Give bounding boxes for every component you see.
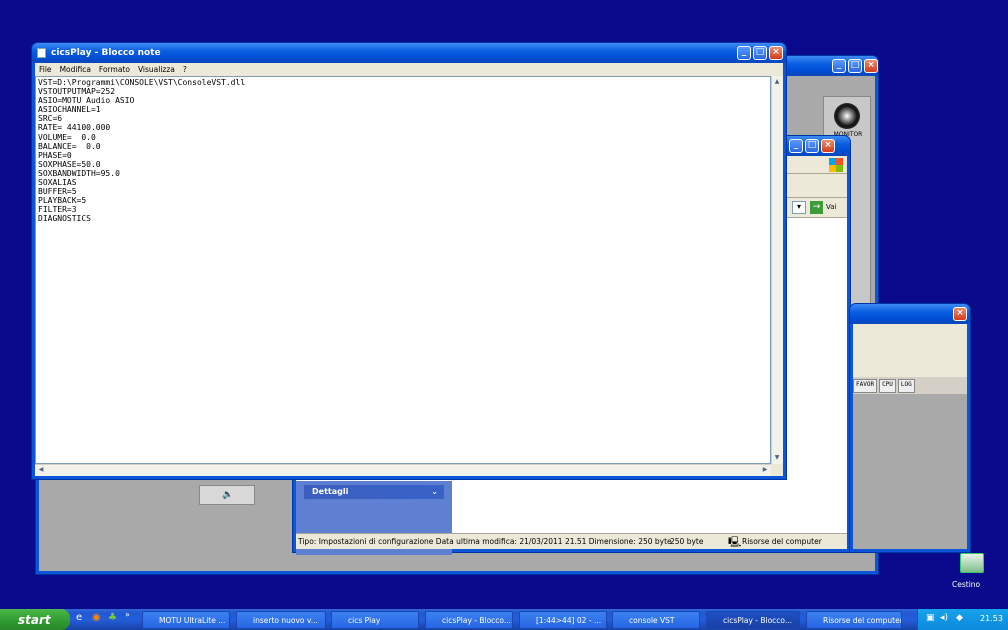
- menu-help[interactable]: ?: [183, 65, 187, 74]
- tray-volume-icon[interactable]: ◂): [940, 613, 948, 623]
- notepad-line: PHASE=0: [38, 150, 72, 160]
- maximize-icon[interactable]: □: [848, 59, 862, 73]
- scroll-right-icon[interactable]: ▶: [760, 465, 770, 475]
- go-arrow-icon[interactable]: →: [810, 201, 823, 214]
- status-location: Risorse del computer: [742, 537, 822, 546]
- status-bar: Tipo: Impostazioni di configurazione Dat…: [296, 533, 847, 549]
- task-label: cicsPlay - Blocco...: [723, 615, 793, 625]
- task-motu[interactable]: MOTU UltraLite ...: [142, 611, 230, 629]
- close-icon[interactable]: ×: [953, 307, 967, 321]
- start-label: start: [18, 612, 51, 627]
- recycle-bin-icon[interactable]: [960, 553, 984, 573]
- horizontal-scrollbar[interactable]: ◀ ▶: [35, 464, 771, 476]
- scroll-left-icon[interactable]: ◀: [36, 465, 46, 475]
- system-tray: ▣ ◂) ◆ 21.53: [917, 609, 1008, 630]
- notepad-menubar: File Modifica Formato Visualizza ?: [35, 63, 783, 75]
- menu-modifica[interactable]: Modifica: [60, 65, 91, 74]
- notepad-line: PLAYBACK=5: [38, 196, 87, 206]
- notepad-line: BALANCE= 0.0: [38, 141, 101, 151]
- small-window-body: FAVOR CPU LOG: [853, 324, 967, 549]
- minimize-icon[interactable]: _: [737, 46, 751, 60]
- cpu-tab[interactable]: CPU: [879, 379, 896, 393]
- details-header[interactable]: Dettagli ⌄: [304, 485, 444, 499]
- details-label: Dettagli: [312, 487, 349, 496]
- scroll-up-icon[interactable]: ▲: [772, 77, 782, 87]
- notepad-icon: [37, 48, 46, 58]
- close-icon[interactable]: ×: [769, 46, 783, 60]
- vertical-scrollbar[interactable]: ▲ ▼: [771, 76, 783, 464]
- small-window-content: [853, 394, 967, 549]
- status-size: 250 byte: [670, 537, 704, 546]
- quick-launch-ie-icon[interactable]: e: [76, 612, 82, 623]
- task-notepad-2[interactable]: cicsPlay - Blocco...: [706, 611, 800, 629]
- notepad-line: SRC=6: [38, 114, 63, 124]
- notepad-line: VSTOUTPUTMAP=252: [38, 87, 116, 97]
- notepad-window[interactable]: cicsPlay - Blocco note _ □ × File Modifi…: [31, 42, 787, 480]
- notepad-line: VOLUME= 0.0: [38, 132, 96, 142]
- task-label: console VST: [629, 615, 675, 625]
- task-cics-play-folder[interactable]: cics Play: [331, 611, 419, 629]
- task-player[interactable]: [1:44>44] 02 - ...: [519, 611, 607, 629]
- status-info: Tipo: Impostazioni di configurazione Dat…: [298, 537, 672, 546]
- close-icon[interactable]: ×: [821, 139, 835, 153]
- minimize-icon[interactable]: _: [789, 139, 803, 153]
- notepad-line: RATE= 44100.000: [38, 123, 111, 133]
- start-button[interactable]: start: [0, 609, 70, 630]
- clock[interactable]: 21.53: [980, 614, 1003, 623]
- quick-launch-app-icon[interactable]: ◉: [92, 612, 101, 623]
- task-notepad-1[interactable]: cicsPlay - Blocco...: [425, 611, 513, 629]
- small-window-header: [853, 324, 967, 377]
- monitor-knob-icon[interactable]: [834, 103, 860, 129]
- maximize-icon[interactable]: □: [753, 46, 767, 60]
- task-label: MOTU UltraLite ...: [159, 615, 226, 625]
- task-label: [1:44>44] 02 - ...: [536, 615, 602, 625]
- small-window-toolbar: FAVOR CPU LOG: [853, 379, 967, 393]
- notepad-line: DIAGNOSTICS: [38, 214, 91, 224]
- notepad-line: VST=D:\Programmi\CONSOLE\VST\ConsoleVST.…: [38, 78, 246, 87]
- computer-icon: 🖳: [728, 537, 742, 548]
- maximize-icon[interactable]: □: [805, 139, 819, 153]
- address-dropdown-icon[interactable]: ▾: [792, 201, 806, 214]
- log-tab[interactable]: LOG: [897, 379, 915, 393]
- task-console-vst[interactable]: console VST: [612, 611, 700, 629]
- notepad-line: FILTER=3: [38, 205, 77, 215]
- quick-launch-tree-icon[interactable]: ♣: [108, 612, 117, 623]
- task-label: Risorse del computer: [823, 615, 902, 625]
- notepad-line: SOXBANDWIDTH=95.0: [38, 168, 120, 178]
- windows-logo-icon: [829, 158, 843, 172]
- task-label: inserto nuovo v...: [253, 615, 318, 625]
- notepad-line: BUFFER=5: [38, 187, 77, 197]
- tray-app-icon[interactable]: ◆: [956, 613, 963, 623]
- notepad-client: File Modifica Formato Visualizza ? VST=D…: [35, 63, 783, 476]
- minimize-icon[interactable]: _: [832, 59, 846, 73]
- notepad-line: SOXPHASE=50.0: [38, 159, 101, 169]
- task-label: cicsPlay - Blocco...: [442, 615, 512, 625]
- task-risorse-computer[interactable]: Risorse del computer: [806, 611, 902, 629]
- notepad-text-area[interactable]: VST=D:\Programmi\CONSOLE\VST\ConsoleVST.…: [35, 76, 771, 464]
- favor-tab[interactable]: FAVOR: [853, 379, 878, 393]
- notepad-title: cicsPlay - Blocco note: [51, 48, 161, 58]
- chevron-down-icon[interactable]: ⌄: [431, 485, 438, 499]
- notepad-title-bar[interactable]: cicsPlay - Blocco note: [32, 43, 786, 63]
- menu-visualizza[interactable]: Visualizza: [138, 65, 175, 74]
- speaker-icon[interactable]: 🔈: [222, 490, 233, 500]
- close-icon[interactable]: ×: [864, 59, 878, 73]
- notepad-line: ASIO=MOTU Audio ASIO: [38, 96, 135, 106]
- menu-file[interactable]: File: [39, 65, 52, 74]
- recycle-bin-label[interactable]: Cestino: [952, 580, 980, 589]
- task-label: cics Play: [348, 615, 381, 625]
- quick-launch-more-icon[interactable]: »: [125, 610, 130, 619]
- notepad-line: ASIOCHANNEL=1: [38, 105, 101, 115]
- small-tool-window[interactable]: × FAVOR CPU LOG: [849, 303, 971, 553]
- tray-network-icon[interactable]: ▣: [926, 613, 935, 623]
- notepad-line: SOXALIAS: [38, 178, 77, 188]
- scroll-down-icon[interactable]: ▼: [772, 453, 782, 463]
- speaker-control[interactable]: 🔈: [199, 485, 255, 505]
- task-inserto[interactable]: inserto nuovo v...: [236, 611, 326, 629]
- menu-formato[interactable]: Formato: [99, 65, 130, 74]
- small-window-title-bar[interactable]: [850, 304, 970, 324]
- go-button[interactable]: Vai: [826, 203, 836, 211]
